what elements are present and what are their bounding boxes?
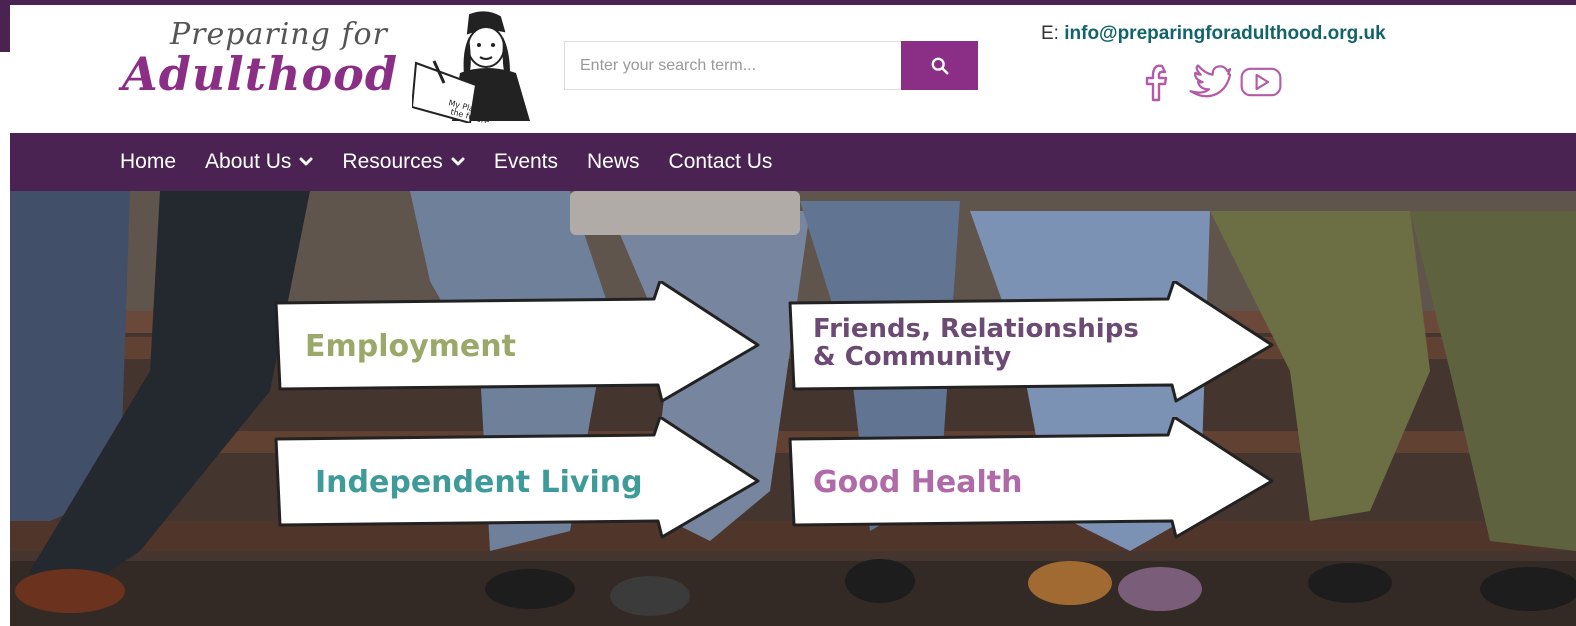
nav-item-label: Contact Us (668, 150, 773, 173)
chevron-down-icon (299, 157, 313, 166)
site-logo[interactable]: Preparing for Adulthood My Plan for the … (122, 11, 552, 127)
search-icon (931, 57, 948, 74)
email-prefix: E: (1041, 23, 1059, 44)
nav-item-contact-us[interactable]: Contact Us (669, 150, 773, 174)
site-header: Preparing for Adulthood My Plan for the … (10, 5, 1576, 133)
youtube-icon (1240, 67, 1282, 97)
youtube-link[interactable] (1239, 60, 1283, 104)
nav-item-resources[interactable]: Resources (342, 150, 465, 174)
nav-item-events[interactable]: Events (494, 150, 558, 174)
nav-item-news[interactable]: News (587, 150, 640, 174)
arrow-label-friends[interactable]: Friends, Relationships & Community (813, 315, 1139, 371)
nav-item-label: Resources (342, 150, 443, 173)
search-form (564, 41, 978, 90)
nav-item-home[interactable]: Home (120, 150, 176, 174)
facebook-link[interactable] (1135, 60, 1179, 104)
contact-email-line: E: info@preparingforadulthood.org.uk (1041, 23, 1386, 45)
email-link[interactable]: info@preparingforadulthood.org.uk (1064, 23, 1385, 44)
nav-item-label: News (587, 150, 640, 173)
chevron-down-icon (451, 157, 465, 166)
arrow-label-friends-line1: Friends, Relationships (813, 314, 1139, 344)
search-input[interactable] (564, 41, 901, 90)
nav-item-label: About Us (205, 150, 292, 173)
hero-banner: Employment Friends, Relationships & Comm… (10, 191, 1576, 626)
main-navigation: Home About Us Resources Events News Cont… (10, 133, 1576, 191)
social-links (1135, 60, 1283, 104)
nav-item-label: Events (493, 150, 559, 173)
search-button[interactable] (901, 41, 978, 90)
logo-line2: Adulthood (122, 47, 398, 101)
arrow-label-employment[interactable]: Employment (305, 329, 516, 364)
twitter-link[interactable] (1187, 60, 1231, 104)
facebook-icon (1145, 64, 1168, 102)
left-accent-bar (0, 0, 10, 52)
arrow-label-friends-line2: & Community (813, 342, 1012, 372)
arrow-label-good-health[interactable]: Good Health (813, 465, 1022, 500)
nav-item-label: Home (120, 150, 177, 173)
nav-item-about-us[interactable]: About Us (205, 150, 313, 174)
arrow-label-independent-living[interactable]: Independent Living (315, 465, 643, 500)
logo-illustration-icon: My Plan for the future (412, 11, 530, 123)
twitter-icon (1189, 64, 1231, 98)
